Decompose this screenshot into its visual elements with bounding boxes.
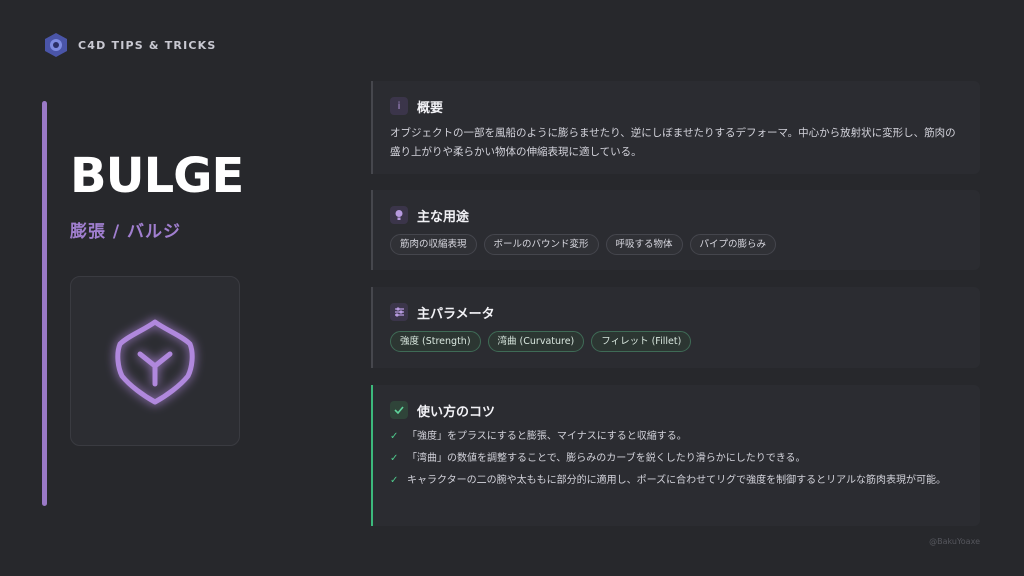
tip-check-icon: ✓ [390,453,399,464]
tip-item: ✓ キャラクターの二の腕や太ももに部分的に適用し、ポーズに合わせてリグで強度を制… [390,473,962,488]
params-tag-list: 強度 (Strength) 湾曲 (Curvature) フィレット (Fill… [390,331,962,352]
tip-check-icon: ✓ [390,431,399,442]
tip-text: 「湾曲」の数値を調整することで、膨らみのカーブを鋭くしたり滑らかにしたりできる。 [407,453,806,464]
uses-card: 主な用途 筋肉の収縮表現 ボールのバウンド変形 呼吸する物体 パイプの膨らみ [371,190,980,270]
page-subtitle: 膨張 / バルジ [70,222,182,242]
uses-tag: パイプの膨らみ [689,234,777,255]
tip-text: 「強度」をプラスにすると膨張、マイナスにすると収縮する。 [407,431,687,442]
page-title: BULGE [70,148,244,204]
brand: C4D TIPS & TRICKS [44,32,217,58]
uses-tag-list: 筋肉の収縮表現 ボールのバウンド変形 呼吸する物体 パイプの膨らみ [390,234,962,255]
uses-tag: 呼吸する物体 [605,234,683,255]
overview-heading: 概要 [417,100,444,116]
uses-tag: 筋肉の収縮表現 [390,234,477,255]
uses-heading: 主な用途 [417,209,470,225]
uses-tag: ボールのバウンド変形 [483,234,599,255]
sliders-icon [390,303,408,321]
hero-icon-card [70,276,240,446]
tips-card: 使い方のコツ ✓ 「強度」をプラスにすると膨張、マイナスにすると収縮する。 ✓ … [371,385,980,526]
overview-card: i 概要 オブジェクトの一部を風船のように膨らませたり、逆にしぼませたりするデフ… [371,81,980,174]
tip-check-icon: ✓ [390,475,399,486]
tip-item: ✓ 「湾曲」の数値を調整することで、膨らみのカーブを鋭くしたり滑らかにしたりでき… [390,451,962,466]
cinema4d-logo-icon [45,33,67,57]
brand-name: C4D TIPS & TRICKS [78,38,217,52]
lightbulb-icon [390,206,408,224]
check-icon [390,401,408,419]
tip-text: キャラクターの二の腕や太ももに部分的に適用し、ポーズに合わせてリグで強度を制御す… [407,475,946,486]
params-heading: 主パラメータ [417,306,495,322]
accent-bar [42,101,47,506]
overview-text: オブジェクトの一部を風船のように膨らませたり、逆にしぼませたりするデフォーマ。中… [390,127,956,158]
param-tag: 湾曲 (Curvature) [487,331,585,352]
credit: @BakuYoaxe [929,537,980,546]
tip-item: ✓ 「強度」をプラスにすると膨張、マイナスにすると収縮する。 [390,429,962,444]
param-tag: フィレット (Fillet) [591,331,692,352]
bulge-deformer-icon [115,319,195,405]
param-tag: 強度 (Strength) [390,331,481,352]
info-icon: i [390,97,408,115]
tips-heading: 使い方のコツ [417,404,496,420]
params-card: 主パラメータ 強度 (Strength) 湾曲 (Curvature) フィレッ… [371,287,980,368]
tips-list: ✓ 「強度」をプラスにすると膨張、マイナスにすると収縮する。 ✓ 「湾曲」の数値… [390,429,962,488]
